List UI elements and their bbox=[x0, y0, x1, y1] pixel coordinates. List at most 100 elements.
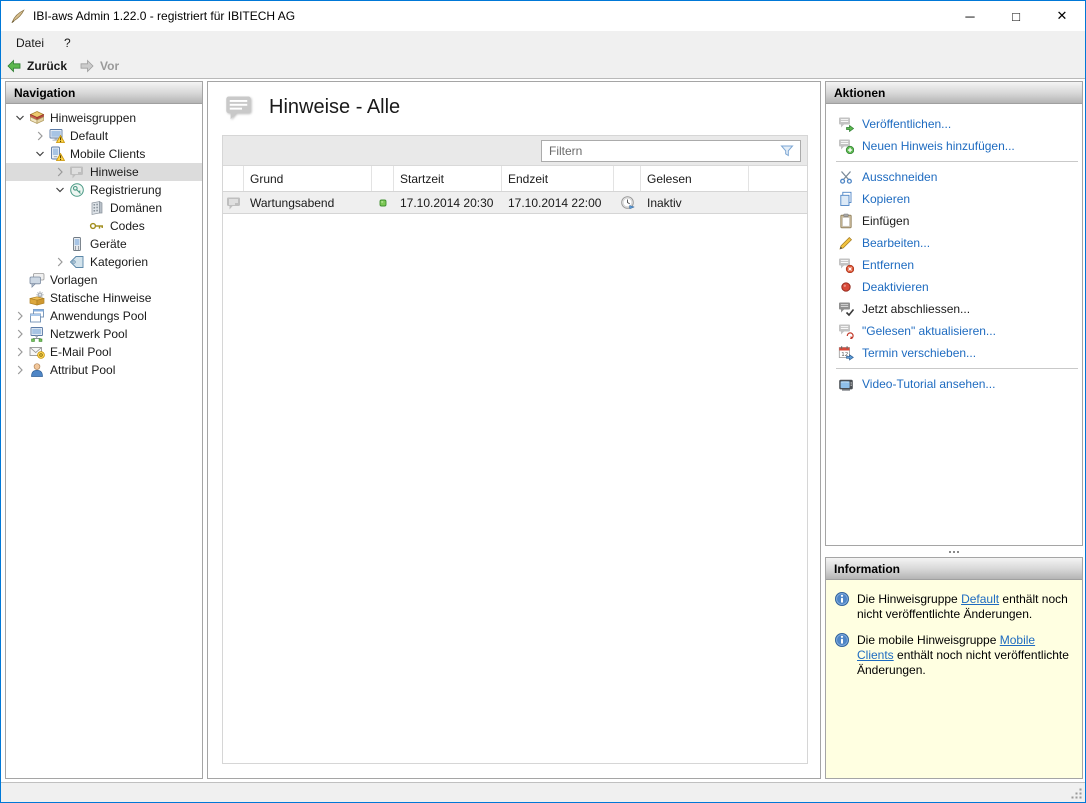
chevron-right-icon[interactable] bbox=[12, 308, 28, 324]
tree-item-statische-hinweise[interactable]: Statische Hinweise bbox=[6, 289, 202, 307]
action-termin-verschieben[interactable]: 12Termin verschieben... bbox=[826, 342, 1082, 364]
information-header: Information bbox=[826, 558, 1082, 580]
panel-splitter[interactable] bbox=[825, 546, 1083, 557]
copy-icon bbox=[838, 191, 854, 207]
chevron-right-icon[interactable] bbox=[32, 128, 48, 144]
info-link-default[interactable]: Default bbox=[961, 592, 999, 606]
tree-item-default[interactable]: Default bbox=[6, 127, 202, 145]
table-row-wartungsabend[interactable]: Wartungsabend 17.10.2014 20:3017.10.2014 … bbox=[223, 191, 807, 214]
chevron-right-icon[interactable] bbox=[52, 254, 68, 270]
tree-item-label: Default bbox=[70, 129, 108, 143]
tree-item-e-mail-pool[interactable]: E-Mail Pool bbox=[6, 343, 202, 361]
column-status[interactable] bbox=[372, 166, 394, 191]
action-video-tutorial-ansehen[interactable]: Video-Tutorial ansehen... bbox=[826, 373, 1082, 395]
column-extra[interactable] bbox=[749, 166, 807, 191]
action-bearbeiten[interactable]: Bearbeiten... bbox=[826, 232, 1082, 254]
maximize-button[interactable]: □ bbox=[993, 1, 1039, 31]
row-gelesen: Inaktiv bbox=[641, 196, 749, 210]
action-label: Ausschneiden bbox=[862, 170, 937, 184]
filter-input[interactable] bbox=[542, 144, 779, 158]
tree-item-label: Anwendungs Pool bbox=[50, 309, 147, 323]
navigation-header: Navigation bbox=[6, 82, 202, 104]
tree-item-attribut-pool[interactable]: Attribut Pool bbox=[6, 361, 202, 379]
action-einf-gen[interactable]: Einfügen bbox=[826, 210, 1082, 232]
row-notice-icon bbox=[223, 195, 244, 211]
app-icon bbox=[10, 8, 26, 24]
key-circle-icon bbox=[69, 182, 85, 198]
back-button[interactable]: Zurück bbox=[6, 58, 67, 74]
close-button[interactable]: ✕ bbox=[1039, 1, 1085, 31]
info-item: Die Hinweisgruppe Default enthält noch n… bbox=[834, 592, 1074, 622]
tree-item-registrierung[interactable]: Registrierung bbox=[6, 181, 202, 199]
toolbar: Zurück Vor bbox=[1, 54, 1085, 79]
expander-placeholder bbox=[72, 218, 88, 234]
tree-item-ger-te[interactable]: Geräte bbox=[6, 235, 202, 253]
minimize-button[interactable]: ─ bbox=[947, 1, 993, 31]
tree-item-netzwerk-pool[interactable]: Netzwerk Pool bbox=[6, 325, 202, 343]
column-startzeit[interactable]: Startzeit bbox=[394, 166, 502, 191]
column-grund[interactable]: Grund bbox=[244, 166, 372, 191]
action-neuen-hinweis-hinzuf-gen[interactable]: Neuen Hinweis hinzufügen... bbox=[826, 135, 1082, 157]
forward-button-label: Vor bbox=[100, 59, 119, 73]
bubble-remove-icon bbox=[838, 257, 854, 273]
bubble-check-icon bbox=[838, 301, 854, 317]
column-endzeit[interactable]: Endzeit bbox=[502, 166, 614, 191]
tree-item-kategorien[interactable]: Kategorien bbox=[6, 253, 202, 271]
chevron-down-icon[interactable] bbox=[52, 182, 68, 198]
row-endzeit: 17.10.2014 22:00 bbox=[502, 196, 614, 210]
back-button-label: Zurück bbox=[27, 59, 67, 73]
chevron-right-icon[interactable] bbox=[12, 362, 28, 378]
tree-item-label: E-Mail Pool bbox=[50, 345, 111, 359]
table-body: Wartungsabend 17.10.2014 20:3017.10.2014 … bbox=[223, 191, 807, 214]
chevron-down-icon[interactable] bbox=[32, 146, 48, 162]
column-icon[interactable] bbox=[223, 166, 244, 191]
info-text: Die mobile Hinweisgruppe Mobile Clients … bbox=[857, 633, 1074, 678]
row-startzeit: 17.10.2014 20:30 bbox=[394, 196, 502, 210]
filter-funnel-icon[interactable] bbox=[779, 143, 795, 159]
tree-item-label: Hinweisgruppen bbox=[50, 111, 136, 125]
action-gelesen-aktualisieren[interactable]: "Gelesen" aktualisieren... bbox=[826, 320, 1082, 342]
info-link-mobile-clients[interactable]: Mobile Clients bbox=[857, 633, 1035, 662]
nav-tree: Hinweisgruppen Default Mobile Clients Hinwe… bbox=[6, 104, 202, 379]
forward-button[interactable]: Vor bbox=[79, 58, 119, 74]
tree-item-hinweise[interactable]: Hinweise bbox=[6, 163, 202, 181]
action-ver-ffentlichen[interactable]: Veröffentlichen... bbox=[826, 113, 1082, 135]
tree-item-codes[interactable]: Codes bbox=[6, 217, 202, 235]
action-deaktivieren[interactable]: Deaktivieren bbox=[826, 276, 1082, 298]
tree-item-label: Kategorien bbox=[90, 255, 148, 269]
row-grund: Wartungsabend bbox=[244, 196, 372, 210]
title-bar: IBI-aws Admin 1.22.0 - registriert für I… bbox=[1, 1, 1085, 31]
tree-item-vorlagen[interactable]: Vorlagen bbox=[6, 271, 202, 289]
scissors-icon bbox=[838, 169, 854, 185]
actions-separator bbox=[836, 368, 1078, 369]
row-status-icon bbox=[372, 195, 394, 211]
main-panel: Hinweise - Alle Grund Startzeit Endzeit … bbox=[207, 81, 821, 779]
tree-item-mobile-clients[interactable]: Mobile Clients bbox=[6, 145, 202, 163]
column-gelesen[interactable]: Gelesen bbox=[641, 166, 749, 191]
info-text: Die Hinweisgruppe Default enthält noch n… bbox=[857, 592, 1074, 622]
chevron-right-icon[interactable] bbox=[52, 164, 68, 180]
tree-item-dom-nen[interactable]: Domänen bbox=[6, 199, 202, 217]
phone-icon bbox=[69, 236, 85, 252]
resize-grip[interactable] bbox=[1070, 787, 1083, 800]
action-label: Termin verschieben... bbox=[862, 346, 976, 360]
tree-item-label: Mobile Clients bbox=[70, 147, 145, 161]
menu-help[interactable]: ? bbox=[54, 31, 81, 54]
key-icon bbox=[89, 218, 105, 234]
action-label: Deaktivieren bbox=[862, 280, 929, 294]
action-jetzt-abschliessen[interactable]: Jetzt abschliessen... bbox=[826, 298, 1082, 320]
chevron-right-icon[interactable] bbox=[12, 344, 28, 360]
menu-datei[interactable]: Datei bbox=[6, 31, 54, 54]
action-kopieren[interactable]: Kopieren bbox=[826, 188, 1082, 210]
action-ausschneiden[interactable]: Ausschneiden bbox=[826, 166, 1082, 188]
status-bar bbox=[1, 782, 1085, 802]
row-read-icon bbox=[614, 195, 641, 211]
action-entfernen[interactable]: Entfernen bbox=[826, 254, 1082, 276]
chevron-down-icon[interactable] bbox=[12, 110, 28, 126]
right-region: Aktionen Veröffentlichen...Neuen Hinweis… bbox=[825, 81, 1083, 779]
column-read[interactable] bbox=[614, 166, 641, 191]
tree-item-hinweisgruppen[interactable]: Hinweisgruppen bbox=[6, 109, 202, 127]
tree-item-anwendungs-pool[interactable]: Anwendungs Pool bbox=[6, 307, 202, 325]
action-label: Veröffentlichen... bbox=[862, 117, 951, 131]
chevron-right-icon[interactable] bbox=[12, 326, 28, 342]
